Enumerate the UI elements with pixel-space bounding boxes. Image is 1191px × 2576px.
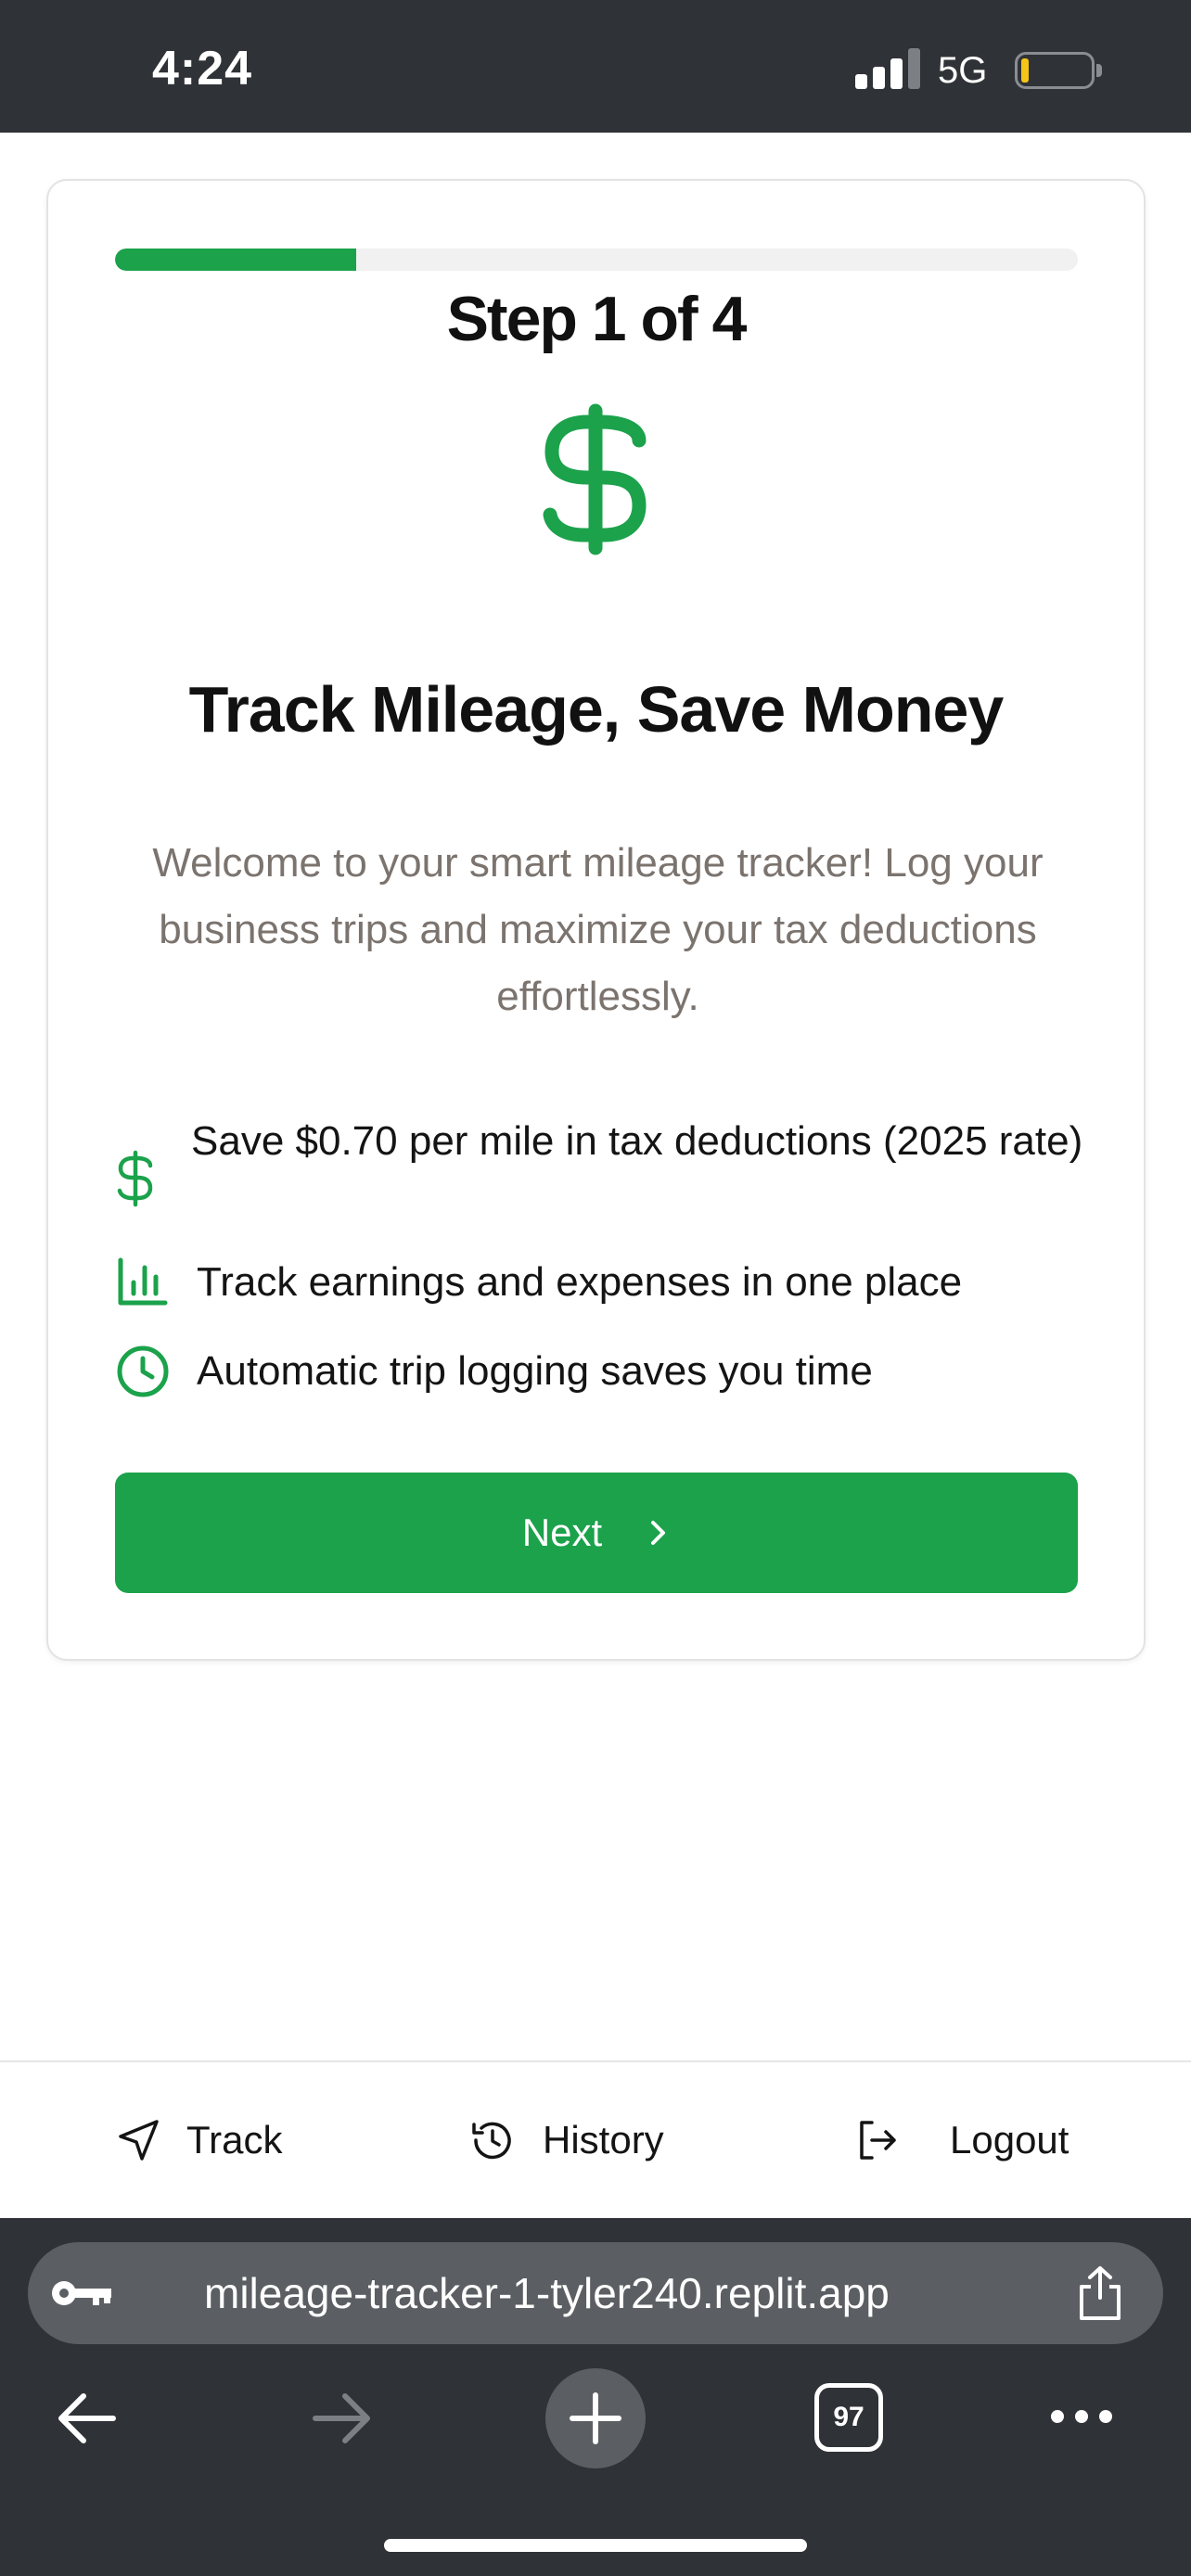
nav-item-logout[interactable]: Logout	[853, 2116, 1069, 2164]
browser-chrome: mileage-tracker-1-tyler240.replit.app 97	[0, 2218, 1191, 2576]
plus-icon	[570, 2392, 621, 2444]
logout-icon	[860, 2121, 896, 2160]
next-button-label: Next	[521, 1511, 603, 1554]
status-time: 4:24	[152, 42, 253, 96]
next-button[interactable]: Next	[115, 1473, 1078, 1593]
battery-cap	[1096, 64, 1102, 77]
more-icon[interactable]	[1046, 2402, 1117, 2431]
feature-text: Save $0.70 per mile in tax deductions (2…	[191, 1118, 1083, 1164]
history-icon	[472, 2122, 511, 2160]
home-indicator[interactable]	[384, 2539, 807, 2552]
step-progress-fill	[115, 249, 356, 271]
dollar-sign-icon	[117, 1150, 153, 1207]
signal-strength-icon	[855, 48, 920, 89]
battery-level	[1021, 58, 1029, 83]
nav-item-track[interactable]: Track	[116, 2116, 282, 2164]
step-progress-bar	[115, 249, 1078, 271]
bar-chart-icon	[118, 1257, 168, 1306]
battery-icon	[1015, 52, 1095, 89]
onboarding-title: Track Mileage, Save Money	[188, 673, 1005, 746]
feature-text: Track earnings and expenses in one place	[197, 1259, 963, 1305]
navigation-arrow-icon	[119, 2120, 159, 2161]
onboarding-card: Step 1 of 4 Track Mileage, Save Money We…	[46, 179, 1146, 1661]
onboarding-description: Welcome to your smart mileage tracker! L…	[152, 840, 1044, 1019]
tab-count: 97	[833, 2402, 864, 2432]
feature-item-tax-savings: Save $0.70 per mile in tax deductions (2…	[115, 1108, 1117, 1212]
network-type: 5G	[938, 50, 988, 91]
feature-item-automatic-logging: Automatic trip logging saves you time	[115, 1338, 1117, 1405]
status-bar: 4:24 5G	[0, 0, 1191, 133]
key-icon	[52, 2281, 111, 2305]
forward-arrow-icon[interactable]	[306, 2383, 377, 2454]
nav-label: Track	[186, 2118, 283, 2162]
nav-label: History	[543, 2118, 664, 2162]
address-bar[interactable]: mileage-tracker-1-tyler240.replit.app	[28, 2242, 1163, 2344]
clock-icon	[117, 1345, 169, 1397]
feature-text: Automatic trip logging saves you time	[197, 1348, 873, 1394]
feature-item-earnings: Track earnings and expenses in one place	[115, 1249, 1117, 1316]
app-bottom-nav: Track History Logout	[0, 2060, 1191, 2218]
new-tab-button[interactable]	[545, 2368, 646, 2468]
back-arrow-icon[interactable]	[52, 2383, 122, 2454]
share-icon[interactable]	[1074, 2264, 1126, 2322]
tabs-icon[interactable]: 97	[814, 2383, 883, 2452]
url-text: mileage-tracker-1-tyler240.replit.app	[204, 2269, 890, 2317]
chevron-right-icon	[651, 1521, 666, 1545]
nav-item-history[interactable]: History	[468, 2116, 664, 2164]
dollar-sign-icon	[543, 403, 647, 555]
step-label: Step 1 of 4	[446, 284, 748, 354]
nav-label: Logout	[950, 2118, 1069, 2162]
